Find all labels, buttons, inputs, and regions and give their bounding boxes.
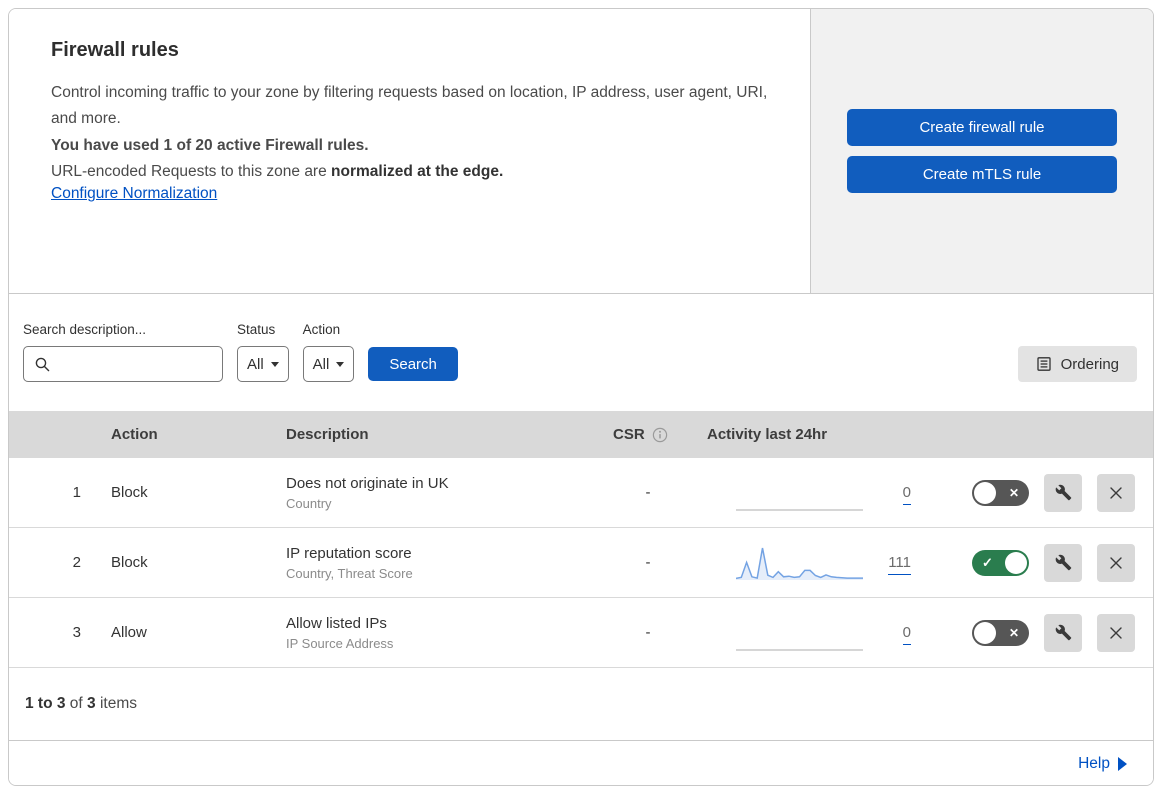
column-header-csr: CSR (601, 426, 695, 443)
configure-normalization-link[interactable]: Configure Normalization (51, 185, 217, 202)
activity-count-link[interactable]: 0 (902, 484, 911, 505)
close-icon (1110, 626, 1122, 639)
edit-rule-button[interactable] (1044, 473, 1082, 512)
column-header-activity: Activity last 24hr (707, 426, 828, 443)
toggle-knob (1005, 551, 1027, 574)
page-title: Firewall rules (51, 39, 179, 61)
chevron-down-icon (336, 361, 345, 367)
rule-csr-value: - (645, 554, 651, 571)
ordering-button-label: Ordering (1060, 355, 1119, 373)
activity-sparkline (736, 547, 863, 580)
activity-count-link[interactable]: 111 (888, 554, 911, 575)
rule-enabled-toggle[interactable]: ✓ ✕ (972, 479, 1029, 506)
column-header-description: Description (286, 426, 369, 443)
create-firewall-rule-button[interactable]: Create firewall rule (847, 109, 1117, 146)
table-header: Action Description CSR Activity last 24h… (9, 411, 1153, 458)
toggle-knob (974, 621, 996, 644)
x-icon: ✕ (1008, 625, 1019, 640)
rule-action: Block (111, 484, 148, 501)
items-range: 1 to 3 (25, 695, 66, 712)
status-dropdown-value: All (247, 355, 264, 373)
action-label: Action (302, 322, 341, 337)
toggle-knob (974, 481, 996, 504)
chevron-down-icon (270, 361, 279, 367)
search-button[interactable]: Search (368, 347, 458, 381)
edit-rule-button[interactable] (1044, 613, 1082, 652)
search-input[interactable] (56, 347, 216, 381)
ordering-button[interactable]: Ordering (1017, 346, 1137, 382)
search-group: Search description... (23, 322, 223, 382)
search-label: Search description... (23, 322, 147, 337)
close-icon (1110, 486, 1122, 499)
wrench-icon (1055, 624, 1071, 641)
help-link[interactable]: Help (1078, 755, 1127, 773)
rule-enabled-toggle[interactable]: ✓ ✕ (972, 619, 1029, 646)
action-dropdown-value: All (312, 355, 330, 373)
rule-csr-value: - (645, 624, 651, 641)
action-dropdown[interactable]: All (302, 346, 355, 382)
delete-rule-button[interactable] (1097, 473, 1135, 512)
activity-count-link[interactable]: 0 (902, 624, 911, 645)
filter-bar: Search description... Status All Action … (9, 294, 1153, 411)
check-icon: ✓ (982, 554, 993, 570)
info-icon (652, 427, 667, 442)
rule-description: Does not originate in UK (286, 474, 449, 492)
rule-index: 1 (72, 484, 81, 501)
rule-index: 2 (72, 554, 81, 571)
column-header-action: Action (111, 426, 158, 443)
create-mtls-rule-button[interactable]: Create mTLS rule (847, 156, 1117, 193)
status-dropdown[interactable]: All (237, 346, 289, 382)
status-label: Status (237, 322, 276, 337)
rule-description: Allow listed IPs (286, 614, 387, 632)
action-filter-group: Action All (302, 322, 355, 382)
table-row: 2 Block IP reputation score Country, Thr… (9, 528, 1153, 598)
header-section: Firewall rules Control incoming traffic … (9, 9, 1153, 294)
edit-rule-button[interactable] (1044, 543, 1082, 582)
page-description: Control incoming traffic to your zone by… (51, 84, 768, 128)
items-count: 1 to 3 of 3 items (9, 668, 1153, 740)
table-row: 3 Allow Allow listed IPs IP Source Addre… (9, 598, 1153, 668)
delete-rule-button[interactable] (1097, 543, 1135, 582)
delete-rule-button[interactable] (1097, 613, 1135, 652)
status-filter-group: Status All (237, 322, 289, 382)
usage-summary: You have used 1 of 20 active Firewall ru… (51, 136, 369, 154)
rule-action: Allow (111, 624, 147, 641)
close-icon (1110, 556, 1122, 569)
help-footer: Help (9, 740, 1153, 785)
activity-sparkline (736, 648, 863, 651)
rule-enabled-toggle[interactable]: ✓ ✕ (972, 549, 1029, 576)
ordering-list-icon (1036, 357, 1051, 371)
wrench-icon (1055, 554, 1071, 571)
arrow-right-icon (1118, 757, 1127, 771)
rule-index: 3 (72, 624, 81, 641)
firewall-rules-card: Firewall rules Control incoming traffic … (8, 8, 1154, 786)
rule-criteria: Country, Threat Score (286, 565, 413, 581)
rule-criteria: Country (286, 495, 332, 511)
x-icon: ✕ (1008, 485, 1019, 500)
rule-action: Block (111, 554, 148, 571)
header-actions-panel: Create firewall rule Create mTLS rule (810, 9, 1153, 293)
rule-description: IP reputation score (286, 544, 412, 562)
wrench-icon (1055, 484, 1071, 501)
rule-criteria: IP Source Address (286, 635, 394, 651)
search-box (23, 346, 223, 382)
table-body: 1 Block Does not originate in UK Country… (9, 458, 1153, 668)
help-link-label: Help (1078, 755, 1110, 772)
normalization-note: URL-encoded Requests to this zone are no… (51, 163, 504, 181)
table-row: 1 Block Does not originate in UK Country… (9, 458, 1153, 528)
header-text-area: Firewall rules Control incoming traffic … (9, 9, 810, 293)
activity-sparkline (736, 508, 863, 511)
search-icon (35, 357, 50, 372)
items-total: 3 (87, 695, 96, 712)
rule-csr-value: - (645, 484, 651, 501)
